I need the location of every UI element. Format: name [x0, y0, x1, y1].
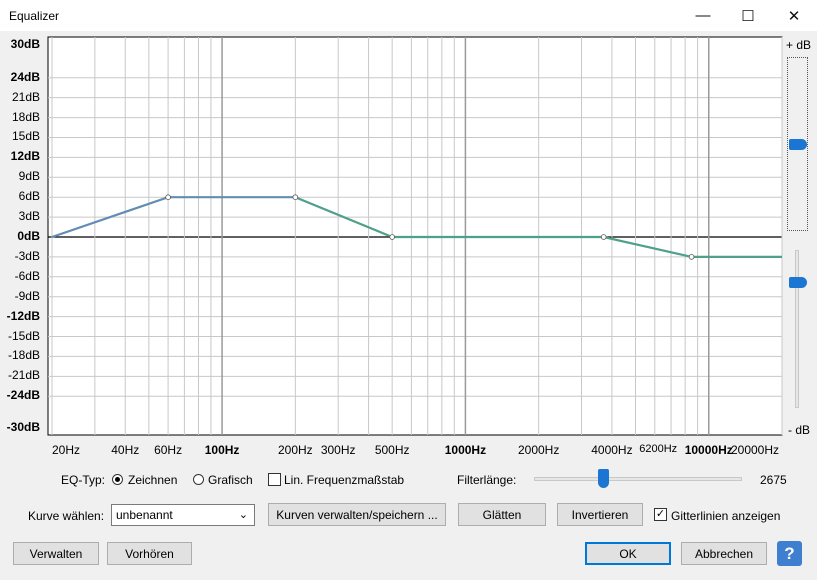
plot-background [47, 36, 783, 436]
y-tick-label: 15dB [11, 129, 40, 144]
y-tick-label: -12dB [6, 308, 40, 323]
ok-button[interactable]: OK [585, 542, 671, 565]
window-title: Equalizer [9, 9, 60, 23]
x-tick-label: 4000Hz [591, 443, 633, 457]
y-tick-label: -3dB [14, 248, 40, 263]
chevron-down-icon: ⌄ [238, 509, 248, 521]
x-tick-label: 1000Hz [444, 443, 487, 457]
close-button[interactable]: ✕ [771, 0, 817, 31]
eq-curve-line [51, 196, 782, 259]
curve-point [600, 234, 607, 240]
graphic-radio-label[interactable]: Grafisch [208, 473, 253, 487]
minimize-button[interactable]: — [680, 0, 726, 31]
eq-response-line [51, 196, 296, 238]
manage-button[interactable]: Verwalten [13, 542, 99, 565]
eq-type-label: EQ-Typ: [61, 473, 106, 487]
lin-freq-checkbox[interactable] [268, 473, 281, 486]
db-min-slider-thumb[interactable] [789, 277, 807, 288]
x-tick-label: 100Hz [204, 443, 240, 457]
y-tick-label: -6dB [14, 268, 40, 283]
curve-point [389, 234, 395, 240]
x-tick-label: 500Hz [374, 443, 410, 457]
check-icon: ✓ [655, 508, 666, 520]
x-tick-label: 40Hz [111, 443, 140, 457]
x-tick-label: 60Hz [154, 443, 183, 457]
y-tick-label: -9dB [14, 288, 40, 303]
filter-length-value: 2675 [760, 473, 787, 487]
y-tick-label: -15dB [7, 328, 40, 343]
draw-radio-label[interactable]: Zeichnen [128, 473, 177, 487]
filter-length-label: Filterlänge: [457, 473, 517, 487]
curve-select-value: unbenannt [116, 508, 173, 522]
filter-length-slider-track[interactable] [534, 477, 742, 481]
close-icon: ✕ [787, 7, 801, 25]
x-tick-label: 10000Hz [684, 443, 733, 457]
curve-select[interactable]: unbenannt ⌄ [111, 504, 255, 526]
y-tick-label: 24dB [10, 69, 40, 84]
x-tick-label: 20Hz [51, 443, 81, 457]
y-tick-label: 6dB [18, 189, 40, 204]
title-bar: Equalizer — ☐ ✕ [0, 0, 817, 31]
invert-button[interactable]: Invertieren [557, 503, 643, 526]
y-tick-label: 9dB [18, 169, 40, 184]
x-tick-label: 2000Hz [517, 443, 560, 457]
maximize-button[interactable]: ☐ [725, 0, 771, 31]
db-max-slider-thumb[interactable] [789, 139, 807, 150]
help-icon: ? [784, 543, 795, 563]
graphic-radio[interactable] [193, 474, 204, 485]
gridlines-label[interactable]: Gitterlinien anzeigen [671, 509, 780, 523]
curve-point [165, 194, 171, 200]
y-tick-label: -21dB [7, 368, 40, 383]
maximize-icon: ☐ [741, 7, 755, 25]
db-min-slider-track[interactable] [795, 250, 799, 408]
y-tick-label: 30dB [10, 37, 40, 51]
grid-lines [48, 37, 783, 435]
y-tick-label: -18dB [7, 348, 40, 363]
lin-freq-label[interactable]: Lin. Frequenzmaßstab [284, 473, 404, 487]
y-tick-label: -30dB [6, 420, 40, 434]
curve-point [292, 194, 299, 200]
y-tick-label: 18dB [11, 109, 40, 124]
help-button[interactable]: ? [777, 541, 802, 566]
manage-curves-button[interactable]: Kurven verwalten/speichern ... [268, 503, 446, 526]
y-tick-label: 0dB [17, 229, 40, 243]
filter-length-slider-thumb[interactable] [597, 469, 609, 488]
curve-select-label: Kurve wählen: [28, 509, 105, 523]
preview-button[interactable]: Vorhören [107, 542, 192, 565]
curve-point [688, 254, 695, 260]
smooth-button[interactable]: Glätten [458, 503, 546, 526]
db-plus-label: + dB [786, 38, 812, 52]
x-tick-label: 200Hz [277, 443, 313, 457]
y-tick-label: 12dB [10, 149, 40, 164]
eq-curve [51, 194, 782, 260]
draw-radio[interactable] [112, 474, 123, 485]
gridlines-checkbox[interactable]: ✓ [654, 508, 667, 521]
eq-plot[interactable] [0, 0, 817, 580]
cancel-button[interactable]: Abbrechen [681, 542, 767, 565]
x-tick-label: 300Hz [320, 443, 356, 457]
db-minus-label: - dB [788, 423, 811, 437]
x-tick-label: 6200Hz [639, 443, 678, 455]
y-tick-label: 3dB [18, 209, 40, 224]
minimize-icon: — [695, 7, 711, 24]
x-tick-label: 20000Hz [730, 443, 780, 457]
y-tick-label: -24dB [6, 388, 40, 403]
y-tick-label: 21dB [11, 89, 40, 104]
